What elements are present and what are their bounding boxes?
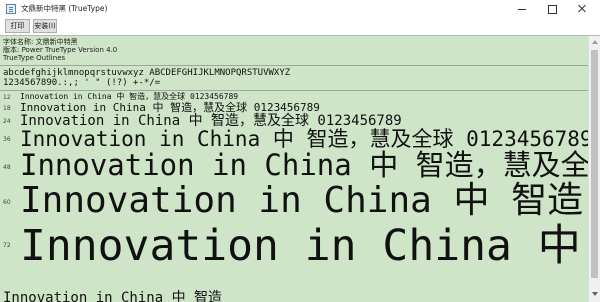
install-button[interactable]: 安装(I)	[33, 19, 57, 33]
sample-line: Innovation in China 中 智造，慧及全球 0123456789	[20, 113, 402, 129]
sample-line: Innovation in China 中 智造，慧及全球 0123456789	[20, 127, 588, 151]
sample-line: Innovation in China 中 智造，慧及全球	[20, 148, 588, 182]
sample-size-label: 72	[3, 242, 11, 249]
sample-size-label: 18	[3, 105, 11, 112]
print-button[interactable]: 打印(P)	[5, 19, 30, 42]
scroll-down-icon[interactable]	[592, 292, 598, 296]
sample-line: Innovation in China 中	[20, 221, 581, 271]
sample-size-label: 24	[3, 118, 11, 125]
maximize-icon[interactable]	[538, 0, 566, 18]
font-name-label: 字体名称: 文鼎新中特黑	[3, 38, 78, 46]
info-divider	[0, 65, 588, 66]
toolbar: 打印(P) 安装(I)	[0, 18, 600, 42]
sample-line: Innovation in China 中 智造	[20, 180, 584, 221]
sample-size-label: 48	[3, 164, 11, 171]
sample-size-label: 60	[3, 199, 11, 206]
window-title: 文鼎新中特黑 (TrueType)	[21, 4, 108, 13]
minimize-icon[interactable]	[508, 0, 536, 18]
title-bar: 文鼎新中特黑 (TrueType)	[0, 0, 600, 18]
font-preview-area: 字体名称: 文鼎新中特黑 版本: Power TrueType Version …	[0, 36, 588, 302]
sample-line: Innovation in China 中 智造，慧及全球 0123456789	[20, 101, 320, 114]
sample-size-label: 36	[3, 136, 11, 143]
sample-line-cut-off: Innovation in China 中 智造	[3, 290, 223, 302]
font-file-icon	[6, 4, 16, 14]
font-outline-type-label: TrueType Outlines	[3, 54, 66, 62]
scroll-thumb[interactable]	[591, 50, 598, 278]
charset-digits-symbols: 1234567890.:,; ' " (!?) +-*/=	[3, 78, 161, 88]
vertical-scrollbar[interactable]	[588, 36, 600, 302]
font-version-label: 版本: Power TrueType Version 4.0	[3, 46, 118, 54]
close-icon[interactable]	[568, 0, 596, 18]
sample-size-label: 12	[3, 94, 11, 101]
charset-divider	[0, 90, 588, 91]
sample-line: Innovation in China 中 智造，慧及全球 0123456789	[20, 92, 239, 101]
charset-lowercase-uppercase: abcdefghijklmnopqrstuvwxyz ABCDEFGHIJKLM…	[3, 68, 291, 78]
scroll-up-icon[interactable]	[592, 40, 598, 44]
